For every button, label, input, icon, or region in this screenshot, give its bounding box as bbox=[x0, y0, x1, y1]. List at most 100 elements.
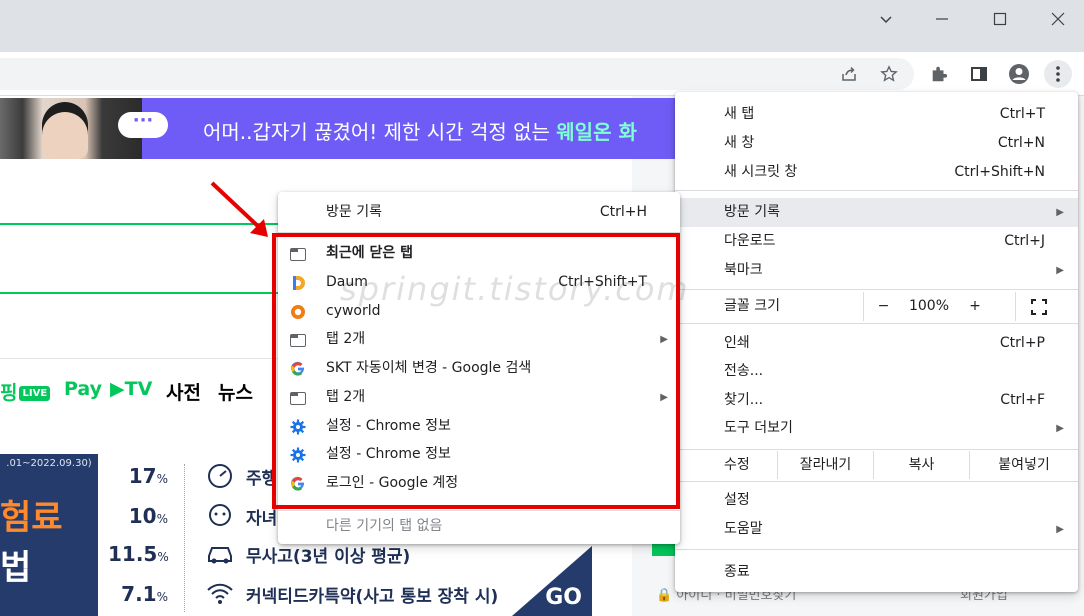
menu-item-shortcut: Ctrl+F bbox=[1000, 392, 1045, 408]
submenu-arrow-icon: ▶ bbox=[1056, 524, 1064, 535]
menu-separator bbox=[675, 481, 1078, 482]
chat-bubble-icon: ··· bbox=[118, 112, 168, 138]
side-panel-icon[interactable] bbox=[965, 60, 993, 88]
ad-percent-value: 7.1 bbox=[121, 582, 157, 606]
submenu-arrow-icon: ▶ bbox=[1056, 265, 1064, 276]
menu-item-label: 전송... bbox=[724, 363, 764, 379]
ad-label: 커넥티드카특약(사고 통보 장착 시) bbox=[246, 587, 499, 607]
menu-item-more-tools[interactable]: 도구 더보기 ▶ bbox=[675, 414, 1078, 443]
menu-item-find[interactable]: 찾기... Ctrl+F bbox=[675, 386, 1078, 415]
nav-dictionary[interactable]: 사전 bbox=[166, 378, 201, 405]
zoom-value: 100% bbox=[908, 298, 950, 314]
history-item-cyworld[interactable]: cyworld bbox=[278, 297, 680, 326]
cut-button[interactable]: 잘라내기 bbox=[777, 451, 873, 479]
wifi-icon bbox=[202, 578, 238, 608]
ad-label: 무사고(3년 이상 평균) bbox=[246, 547, 411, 567]
history-item-tabs-2[interactable]: 탭 2개 ▶ bbox=[278, 325, 680, 354]
menu-item-help[interactable]: 도움말 ▶ bbox=[675, 515, 1078, 544]
tab-icon bbox=[289, 389, 307, 407]
menu-item-label: 새 시크릿 창 bbox=[724, 164, 798, 180]
child-icon bbox=[202, 500, 238, 530]
nav-live-prefix: 핑 bbox=[0, 382, 18, 404]
edit-label: 수정 bbox=[724, 457, 750, 473]
nav-shopping-live[interactable]: 핑 LIVE bbox=[0, 378, 51, 405]
daum-icon bbox=[289, 274, 307, 292]
menu-item-exit[interactable]: 종료 bbox=[675, 558, 1078, 587]
ad-percent: 17% bbox=[108, 464, 168, 488]
menu-item-bookmarks[interactable]: 북마크 ▶ bbox=[675, 256, 1078, 285]
google-icon bbox=[289, 360, 307, 378]
extensions-icon[interactable] bbox=[925, 60, 953, 88]
ad-percent-value: 11.5 bbox=[108, 542, 158, 566]
settings-gear-icon bbox=[289, 418, 307, 436]
nav-pay[interactable]: Pay bbox=[64, 378, 102, 400]
ad-left-panel: .01~2022.09.30) 험료 법 bbox=[0, 454, 98, 616]
menu-item-new-incognito[interactable]: 새 시크릿 창 Ctrl+Shift+N bbox=[675, 158, 1078, 187]
speedometer-icon bbox=[202, 460, 238, 490]
menu-item-new-window[interactable]: 새 창 Ctrl+N bbox=[675, 129, 1078, 158]
menu-separator bbox=[278, 232, 680, 233]
submenu-arrow-icon: ▶ bbox=[1056, 207, 1064, 218]
menu-item-label: 찾기... bbox=[724, 392, 764, 408]
history-item-label: 탭 2개 bbox=[326, 389, 366, 405]
zoom-row: 글꼴 크기 − 100% + bbox=[675, 292, 1078, 321]
menu-separator bbox=[675, 190, 1078, 191]
menu-separator bbox=[675, 289, 1078, 290]
address-bar[interactable] bbox=[0, 58, 914, 90]
menu-item-settings[interactable]: 설정 bbox=[675, 486, 1078, 515]
ad-percent: 11.5% bbox=[108, 542, 169, 566]
tab-icon bbox=[289, 245, 307, 263]
zoom-out-button[interactable]: − bbox=[863, 292, 903, 321]
google-icon bbox=[289, 475, 307, 493]
history-item-settings-2[interactable]: 설정 - Chrome 정보 bbox=[278, 440, 680, 469]
nav-tv[interactable]: ▶TV bbox=[110, 378, 152, 400]
ad-go-button[interactable]: GO bbox=[545, 585, 582, 610]
submenu-arrow-icon: ▶ bbox=[1056, 423, 1064, 434]
paste-button[interactable]: 붙여넣기 bbox=[969, 451, 1078, 479]
live-badge: LIVE bbox=[19, 386, 51, 401]
minimize-icon[interactable] bbox=[924, 6, 960, 32]
submenu-arrow-icon: ▶ bbox=[660, 334, 668, 345]
close-icon[interactable] bbox=[1040, 6, 1076, 32]
banner-text: 어머..갑자기 끊겼어! 제한 시간 걱정 없는 웨일온 화 bbox=[203, 116, 637, 145]
fullscreen-icon[interactable] bbox=[1015, 292, 1061, 321]
maximize-icon[interactable] bbox=[982, 6, 1018, 32]
zoom-in-button[interactable]: + bbox=[955, 292, 995, 321]
submenu-arrow-icon: ▶ bbox=[660, 392, 668, 403]
menu-item-label: 다운로드 bbox=[724, 233, 776, 249]
tab-search-chevron-icon[interactable] bbox=[868, 6, 904, 32]
history-item-daum[interactable]: Daum Ctrl+Shift+T bbox=[278, 268, 680, 297]
bookmark-star-icon[interactable] bbox=[875, 60, 903, 88]
more-menu-icon[interactable] bbox=[1044, 60, 1072, 88]
menu-item-cast[interactable]: 전송... bbox=[675, 357, 1078, 386]
copy-button[interactable]: 복사 bbox=[873, 451, 969, 479]
history-item-google-search[interactable]: SKT 자동이체 변경 - Google 검색 bbox=[278, 354, 680, 383]
history-submenu: 방문 기록 Ctrl+H 최근에 닫은 탭 Daum Ctrl+Shift+T … bbox=[278, 192, 680, 544]
nav-news[interactable]: 뉴스 bbox=[218, 378, 253, 405]
ad-percent-unit: % bbox=[156, 590, 168, 604]
history-item-label: 탭 2개 bbox=[326, 331, 366, 347]
menu-item-downloads[interactable]: 다운로드 Ctrl+J bbox=[675, 227, 1078, 256]
menu-item-history[interactable]: 방문 기록 ▶ bbox=[675, 198, 1078, 227]
ad-banner[interactable]: ··· 어머..갑자기 끊겼어! 제한 시간 걱정 없는 웨일온 화 bbox=[0, 98, 680, 159]
banner-text-main: 어머..갑자기 끊겼어! 제한 시간 걱정 없는 bbox=[203, 120, 557, 144]
history-item-label: Daum bbox=[326, 274, 368, 290]
history-item-google-login[interactable]: 로그인 - Google 계정 bbox=[278, 469, 680, 498]
ad-percent-value: 10 bbox=[128, 504, 157, 528]
profile-icon[interactable] bbox=[1005, 60, 1033, 88]
banner-text-accent: 웨일온 화 bbox=[556, 120, 637, 144]
history-item-label: SKT 자동이체 변경 - Google 검색 bbox=[326, 360, 532, 376]
menu-item-new-tab[interactable]: 새 탭 Ctrl+T bbox=[675, 100, 1078, 129]
history-item-settings-1[interactable]: 설정 - Chrome 정보 bbox=[278, 412, 680, 441]
menu-item-label: 새 탭 bbox=[724, 106, 755, 122]
history-item-full-history[interactable]: 방문 기록 Ctrl+H bbox=[278, 198, 680, 227]
cyworld-icon bbox=[289, 303, 307, 321]
share-icon[interactable] bbox=[835, 60, 863, 88]
menu-separator bbox=[675, 549, 1078, 550]
history-item-label: 최근에 닫은 탭 bbox=[326, 245, 414, 261]
menu-item-label: 도움말 bbox=[724, 521, 763, 537]
ad-headline-2: 법 bbox=[0, 548, 32, 588]
menu-item-print[interactable]: 인쇄 Ctrl+P bbox=[675, 329, 1078, 358]
ad-percent-unit: % bbox=[156, 472, 168, 486]
history-item-tabs-2b[interactable]: 탭 2개 ▶ bbox=[278, 383, 680, 412]
